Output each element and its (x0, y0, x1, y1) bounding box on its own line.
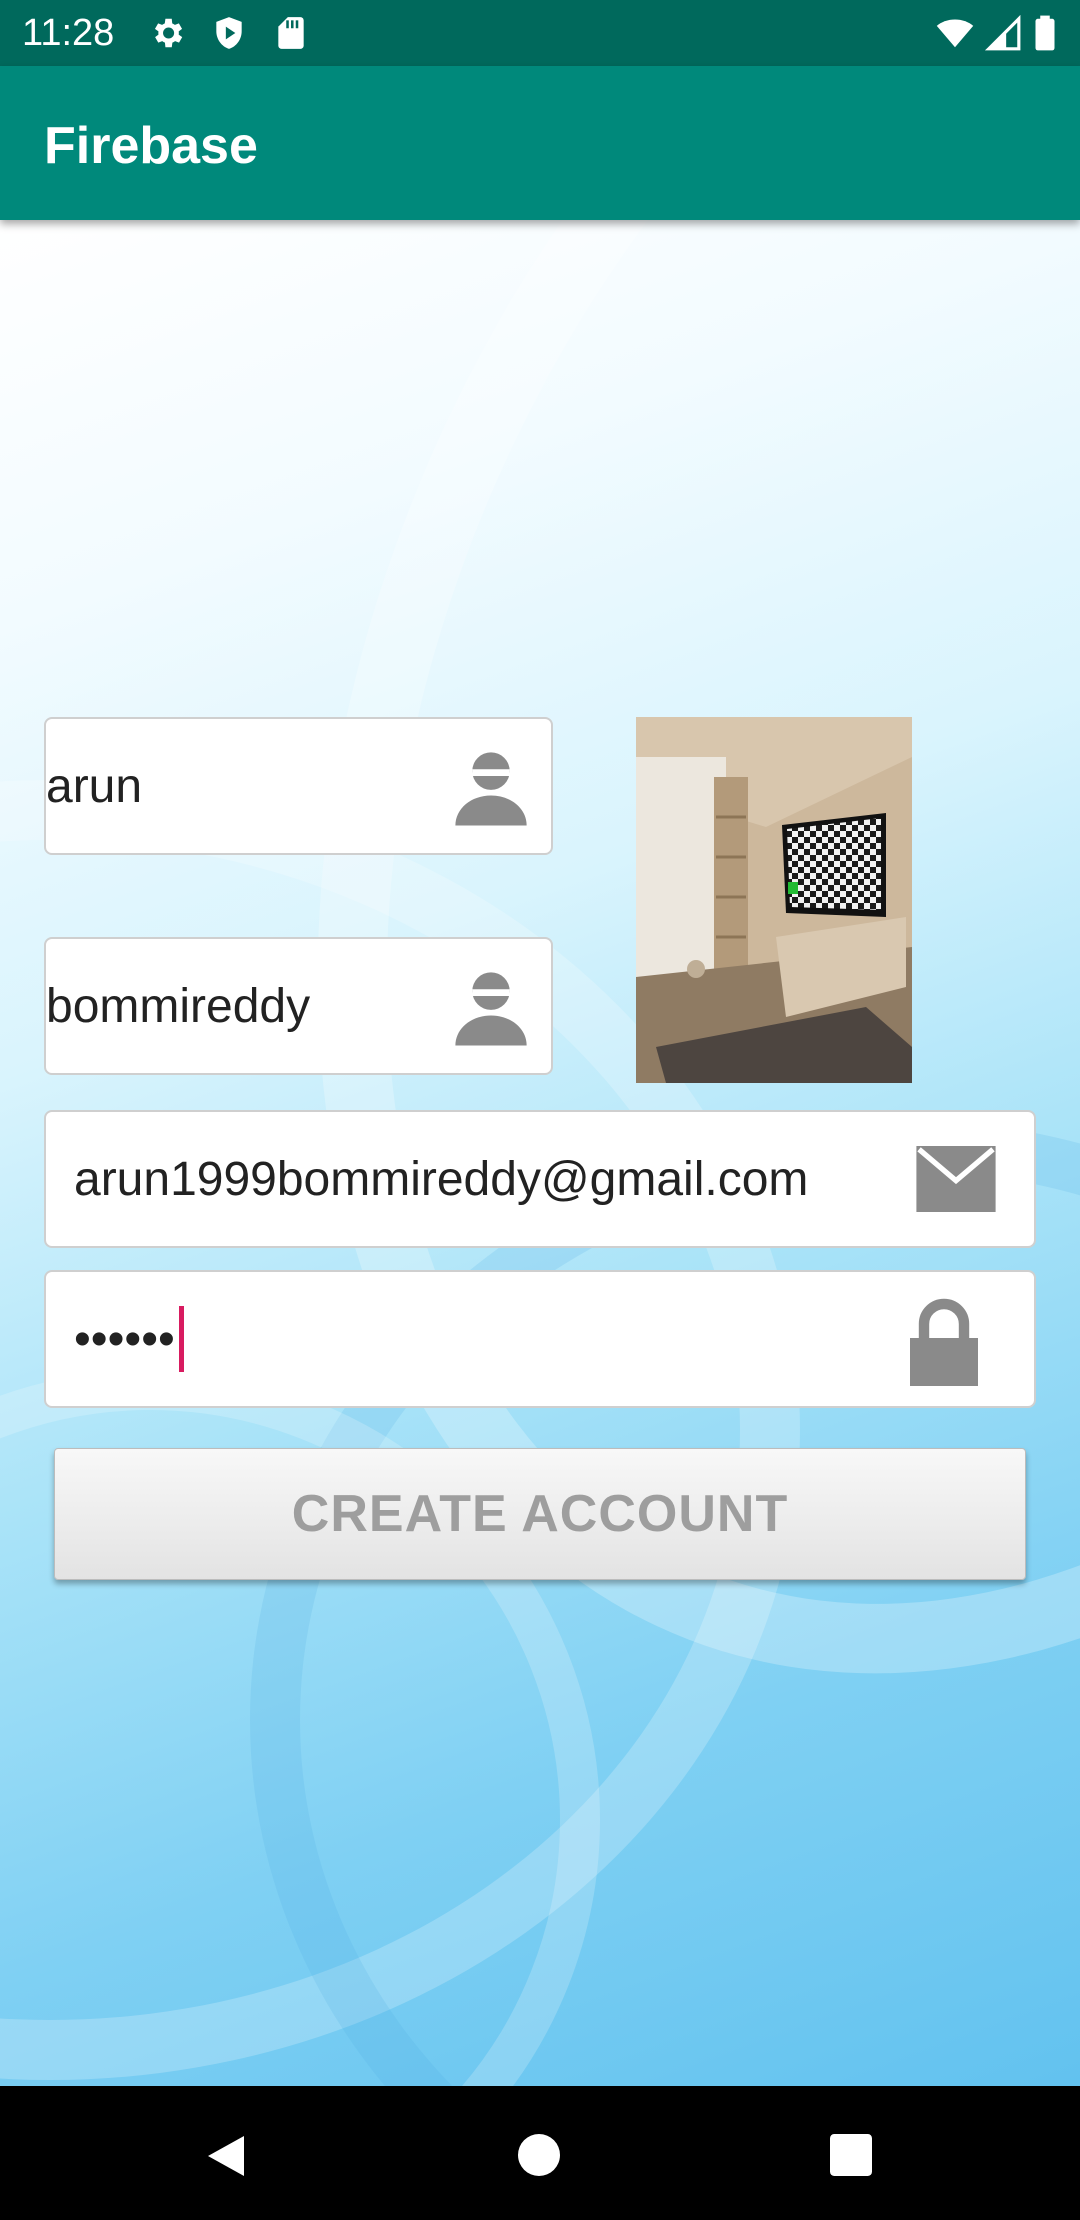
main-content: arun bommireddy arun1999bommireddy@gmail… (0, 220, 1080, 2086)
wifi-icon (936, 19, 974, 48)
cellular-icon (984, 14, 1021, 51)
app-bar: Firebase (0, 66, 1080, 220)
back-icon[interactable] (204, 2132, 248, 2180)
home-icon[interactable] (518, 2134, 560, 2176)
shield-play-icon (216, 17, 242, 49)
person-icon (455, 972, 527, 1046)
first-name-field[interactable]: arun (44, 717, 553, 855)
sd-card-icon (278, 17, 304, 49)
create-account-label: CREATE ACCOUNT (291, 1485, 789, 1543)
text-cursor (178, 1306, 184, 1372)
password-field[interactable]: •••••• (44, 1270, 1036, 1408)
mail-icon (916, 1146, 996, 1212)
app-title: Firebase (44, 117, 258, 175)
status-bar: 11:28 (0, 0, 1080, 66)
gear-icon (154, 18, 183, 48)
first-name-input[interactable]: arun (46, 719, 142, 853)
navigation-bar (0, 2086, 1080, 2220)
last-name-field[interactable]: bommireddy (44, 937, 553, 1075)
password-input[interactable]: •••••• (74, 1272, 184, 1406)
room-photo-image (636, 717, 912, 1083)
person-icon (455, 752, 527, 826)
profile-photo[interactable] (636, 717, 912, 1083)
email-input[interactable]: arun1999bommireddy@gmail.com (74, 1112, 808, 1246)
create-account-button[interactable]: CREATE ACCOUNT (54, 1448, 1026, 1580)
password-value: •••••• (74, 1312, 175, 1366)
lock-icon (910, 1298, 978, 1386)
recents-icon[interactable] (830, 2134, 872, 2176)
email-field[interactable]: arun1999bommireddy@gmail.com (44, 1110, 1036, 1248)
last-name-input[interactable]: bommireddy (46, 939, 310, 1073)
status-time: 11:28 (22, 12, 115, 54)
battery-icon (1035, 15, 1055, 51)
